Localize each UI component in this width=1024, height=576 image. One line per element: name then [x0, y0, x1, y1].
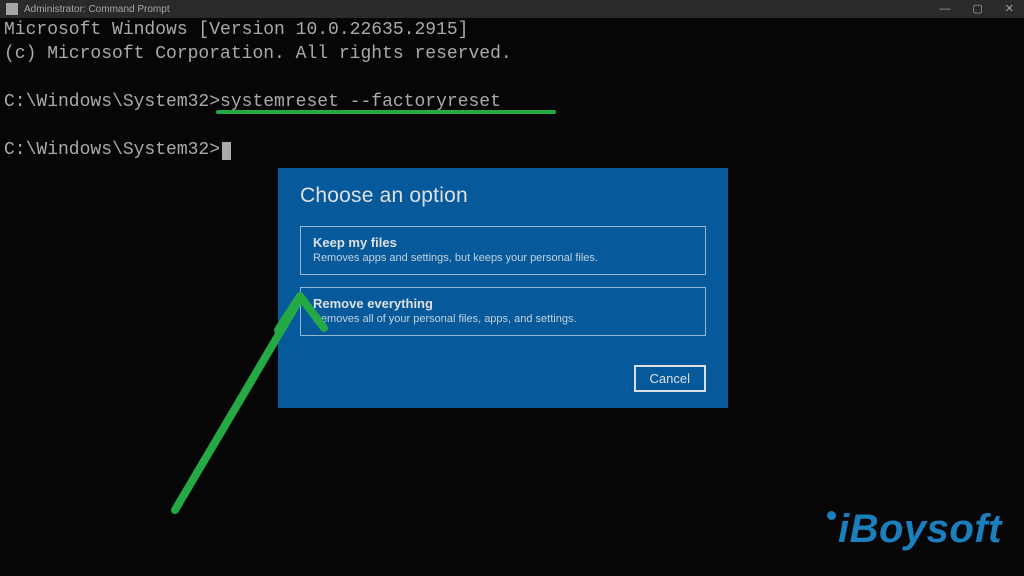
option-description: Removes apps and settings, but keeps you… [313, 252, 693, 264]
window-title: Administrator: Command Prompt [24, 4, 935, 15]
dialog-footer: Cancel [634, 365, 706, 392]
terminal-blank [4, 66, 1020, 90]
close-button[interactable]: ✕ [1001, 4, 1018, 15]
watermark-logo: iBoysoft [827, 507, 1002, 552]
logo-dot-icon [827, 511, 836, 520]
terminal-line: (c) Microsoft Corporation. All rights re… [4, 42, 1020, 66]
terminal-prompt: C:\Windows\System32> [4, 92, 220, 112]
window-controls: — ▢ ✕ [935, 4, 1018, 15]
cmd-icon [6, 3, 18, 15]
minimize-button[interactable]: — [935, 4, 954, 15]
maximize-button[interactable]: ▢ [968, 4, 986, 15]
terminal-command: systemreset --factoryreset [220, 92, 501, 112]
reset-dialog: Choose an option Keep my files Removes a… [278, 168, 728, 408]
terminal-line: Microsoft Windows [Version 10.0.22635.29… [4, 18, 1020, 42]
option-title: Remove everything [313, 296, 693, 311]
terminal-prompt: C:\Windows\System32> [4, 140, 220, 160]
option-keep-files[interactable]: Keep my files Removes apps and settings,… [300, 226, 706, 275]
dialog-title: Choose an option [300, 184, 706, 208]
annotation-underline [216, 110, 556, 114]
terminal-blank [4, 114, 1020, 138]
cancel-button[interactable]: Cancel [634, 365, 706, 392]
window-titlebar: Administrator: Command Prompt — ▢ ✕ [0, 0, 1024, 18]
option-title: Keep my files [313, 235, 693, 250]
option-description: Removes all of your personal files, apps… [313, 313, 693, 325]
watermark-text: iBoysoft [838, 507, 1002, 552]
option-remove-everything[interactable]: Remove everything Removes all of your pe… [300, 287, 706, 336]
terminal-cursor-line: C:\Windows\System32> [4, 138, 1020, 162]
terminal-cursor [222, 142, 231, 160]
